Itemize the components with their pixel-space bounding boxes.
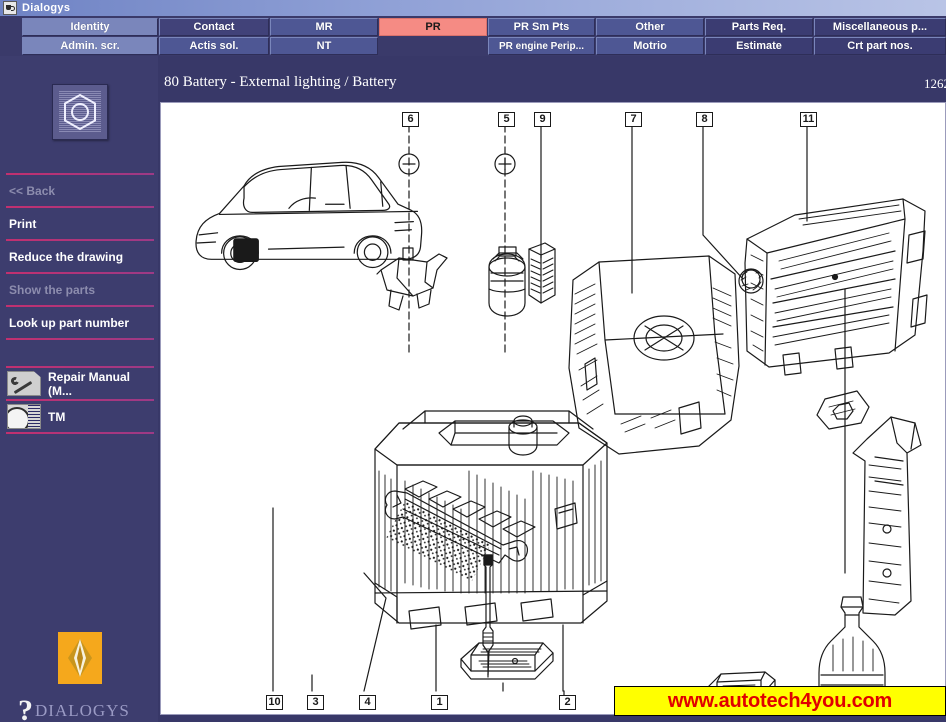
tab-admin-scr[interactable]: Admin. scr. xyxy=(22,37,158,55)
tab-crt-part-nos[interactable]: Crt part nos. xyxy=(814,37,946,55)
main-tab-strip: Identity Admin. scr. Contact Actis sol. … xyxy=(0,16,946,56)
menu-separator xyxy=(6,432,154,434)
tab-column-pr: PR xyxy=(379,16,487,56)
tab-identity[interactable]: Identity xyxy=(22,18,158,36)
tab-motrio[interactable]: Motrio xyxy=(596,37,704,55)
technical-drawing-canvas[interactable]: 6 5 9 7 8 11 10 3 4 1 2 xyxy=(160,102,946,715)
tab-pr-sm-pts[interactable]: PR Sm Pts xyxy=(488,18,595,36)
sidebar-item-label: TM xyxy=(48,409,66,424)
hex-nut-icon xyxy=(52,84,108,140)
tab-miscellaneous-p[interactable]: Miscellaneous p... xyxy=(814,18,946,36)
java-app-icon xyxy=(3,1,17,15)
sidebar-item-show-parts[interactable]: Show the parts xyxy=(6,274,154,305)
window-title: Dialogys xyxy=(22,2,71,14)
exploded-battery-diagram xyxy=(195,124,928,714)
tab-estimate[interactable]: Estimate xyxy=(705,37,813,55)
dialogys-application-window: Dialogys Identity Admin. scr. Contact Ac… xyxy=(0,0,946,722)
dialogys-brand: ? DIALOGYS xyxy=(18,696,144,722)
tab-actis-sol[interactable]: Actis sol. xyxy=(159,37,269,55)
question-mark-icon: ? xyxy=(18,694,33,722)
tab-column-mr: MR NT xyxy=(270,16,378,56)
brand-name: DIALOGYS xyxy=(35,701,130,720)
sidebar-item-print[interactable]: Print xyxy=(6,208,154,239)
window-title-bar: Dialogys xyxy=(0,0,946,16)
sidebar-item-repair-manual[interactable]: Repair Manual (M... xyxy=(6,368,154,399)
page-title: 80 Battery - External lighting / Battery xyxy=(164,74,397,90)
tab-pr-row2-placeholder xyxy=(379,37,487,55)
tab-column-other: Other Motrio xyxy=(596,16,704,56)
wrench-document-icon xyxy=(7,371,41,396)
hex-nut-glyph xyxy=(59,91,101,133)
tab-column-parts-req: Parts Req. Estimate xyxy=(705,16,813,56)
gauge-icon xyxy=(7,404,41,429)
tab-nt[interactable]: NT xyxy=(270,37,378,55)
left-sidebar: << Back Print Reduce the drawing Show th… xyxy=(0,56,158,722)
tab-mr[interactable]: MR xyxy=(270,18,378,36)
tab-pr-engine-perip[interactable]: PR engine Perip... xyxy=(488,37,595,55)
tab-column-identity: Identity Admin. scr. xyxy=(22,16,158,56)
menu-gap xyxy=(6,340,154,366)
content-header: 80 Battery - External lighting / Battery… xyxy=(158,56,946,102)
tab-column-miscellaneous: Miscellaneous p... Crt part nos. xyxy=(814,16,946,56)
sidebar-item-label: Repair Manual (M... xyxy=(48,369,131,398)
tab-column-pr-sm-pts: PR Sm Pts PR engine Perip... xyxy=(488,16,595,56)
sidebar-menu: << Back Print Reduce the drawing Show th… xyxy=(6,173,154,434)
sidebar-item-reduce-drawing[interactable]: Reduce the drawing xyxy=(6,241,154,272)
tab-other[interactable]: Other xyxy=(596,18,704,36)
page-code: 1262 xyxy=(924,76,946,91)
tab-parts-req[interactable]: Parts Req. xyxy=(705,18,813,36)
tab-contact[interactable]: Contact xyxy=(159,18,269,36)
renault-diamond-logo xyxy=(58,632,102,684)
renault-diamond-glyph xyxy=(68,639,92,677)
tab-column-contact: Contact Actis sol. xyxy=(159,16,269,56)
sidebar-item-back[interactable]: << Back xyxy=(6,175,154,206)
sidebar-item-tm[interactable]: TM xyxy=(6,401,154,432)
tab-pr[interactable]: PR xyxy=(379,18,487,36)
watermark-banner: www.autotech4you.com xyxy=(614,686,946,716)
sidebar-item-look-up-part-number[interactable]: Look up part number xyxy=(6,307,154,338)
